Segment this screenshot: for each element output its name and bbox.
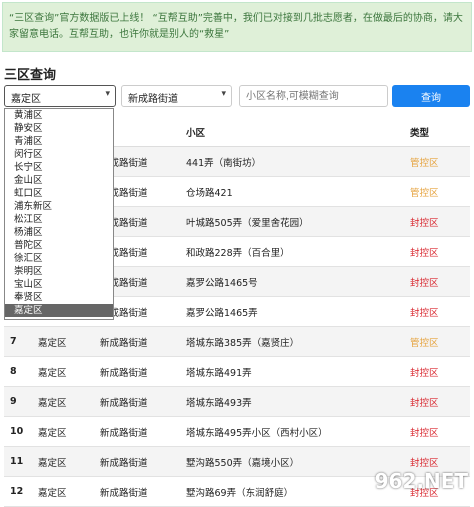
cell-street: 新成路街道: [100, 326, 186, 357]
notice-banner: “三区查询”官方数据版已上线！ “互帮互助”完善中，我们已对接到几批志愿者，在做…: [2, 2, 472, 52]
dropdown-option[interactable]: 黄浦区: [5, 109, 113, 122]
cell-district: 嘉定区: [38, 326, 100, 357]
street-select[interactable]: 新成路街道 ▾: [121, 85, 232, 107]
cell-type: 封控区: [410, 416, 470, 447]
dropdown-option[interactable]: 杨浦区: [5, 226, 113, 239]
cell-index: 8: [4, 356, 38, 387]
cell-index: 10: [4, 416, 38, 447]
table-row: 7 嘉定区 新成路街道 塔城东路385弄（嘉贤庄） 管控区: [4, 326, 470, 357]
table-row: 9 嘉定区 新成路街道 塔城东路493弄 封控区: [4, 386, 470, 417]
header-community: 小区: [186, 118, 410, 147]
dropdown-option[interactable]: 长宁区: [5, 161, 113, 174]
table-row: 10 嘉定区 新成路街道 塔城东路495弄小区（西村小区） 封控区: [4, 416, 470, 447]
table-row: 8 嘉定区 新成路街道 塔城东路491弄 封控区: [4, 356, 470, 387]
cell-community: 嘉罗公路1465弄: [186, 296, 410, 327]
watermark: 962.NET: [374, 469, 468, 493]
cell-type: 管控区: [410, 176, 470, 207]
header-type: 类型: [410, 118, 470, 147]
cell-community: 和政路228弄（百合里）: [186, 236, 410, 267]
dropdown-option[interactable]: 普陀区: [5, 239, 113, 252]
cell-district: 嘉定区: [38, 416, 100, 447]
cell-community: 嘉罗公路1465号: [186, 266, 410, 297]
dropdown-option[interactable]: 闵行区: [5, 148, 113, 161]
cell-type: 封控区: [410, 296, 470, 327]
cell-index: 9: [4, 386, 38, 417]
dropdown-option[interactable]: 静安区: [5, 122, 113, 135]
cell-type: 管控区: [410, 326, 470, 357]
dropdown-option[interactable]: 徐汇区: [5, 252, 113, 265]
cell-street: 新成路街道: [100, 386, 186, 417]
cell-community: 仓场路421: [186, 176, 410, 207]
cell-community: 塔城东路493弄: [186, 386, 410, 417]
cell-street: 新成路街道: [100, 356, 186, 387]
cell-district: 嘉定区: [38, 386, 100, 417]
cell-district: 嘉定区: [38, 476, 100, 507]
chevron-down-icon: ▾: [221, 89, 226, 99]
search-input[interactable]: [239, 85, 388, 107]
cell-community: 441弄（南街坊）: [186, 146, 410, 177]
cell-community: 塔城东路385弄（嘉贤庄）: [186, 326, 410, 357]
cell-district: 嘉定区: [38, 356, 100, 387]
cell-community: 塔城东路495弄小区（西村小区）: [186, 416, 410, 447]
chevron-down-icon: ▾: [105, 89, 110, 99]
cell-type: 封控区: [410, 206, 470, 237]
cell-street: 新成路街道: [100, 476, 186, 507]
district-select-value: 嘉定区: [11, 94, 41, 105]
cell-type: 封控区: [410, 236, 470, 267]
cell-street: 新成路街道: [100, 416, 186, 447]
cell-index: 12: [4, 476, 38, 507]
district-select[interactable]: 嘉定区 ▾: [4, 85, 116, 107]
street-select-value: 新成路街道: [128, 94, 178, 105]
cell-district: 嘉定区: [38, 446, 100, 477]
dropdown-option[interactable]: 金山区: [5, 174, 113, 187]
dropdown-option[interactable]: 嘉定区: [5, 304, 113, 317]
query-button[interactable]: 查询: [392, 85, 470, 107]
cell-community: 塔城东路491弄: [186, 356, 410, 387]
dropdown-option[interactable]: 崇明区: [5, 265, 113, 278]
dropdown-option[interactable]: 松江区: [5, 213, 113, 226]
dropdown-option[interactable]: 奉贤区: [5, 291, 113, 304]
cell-street: 新成路街道: [100, 446, 186, 477]
cell-index: 7: [4, 326, 38, 357]
cell-type: 封控区: [410, 266, 470, 297]
district-dropdown-list[interactable]: 黄浦区 静安区 青浦区 闵行区 长宁区 金山区 虹口区 浦东新区 松江区 杨浦区 普陀区 徐汇区 崇明区…: [4, 108, 114, 320]
cell-community: 叶城路505弄（爱里舍花园）: [186, 206, 410, 237]
dropdown-option[interactable]: 虹口区: [5, 187, 113, 200]
cell-type: 管控区: [410, 146, 470, 177]
page-title: 三区查询: [4, 68, 57, 83]
cell-index: 11: [4, 446, 38, 477]
dropdown-option[interactable]: 宝山区: [5, 278, 113, 291]
cell-type: 封控区: [410, 386, 470, 417]
dropdown-option[interactable]: 浦东新区: [5, 200, 113, 213]
cell-type: 封控区: [410, 356, 470, 387]
dropdown-option[interactable]: 青浦区: [5, 135, 113, 148]
